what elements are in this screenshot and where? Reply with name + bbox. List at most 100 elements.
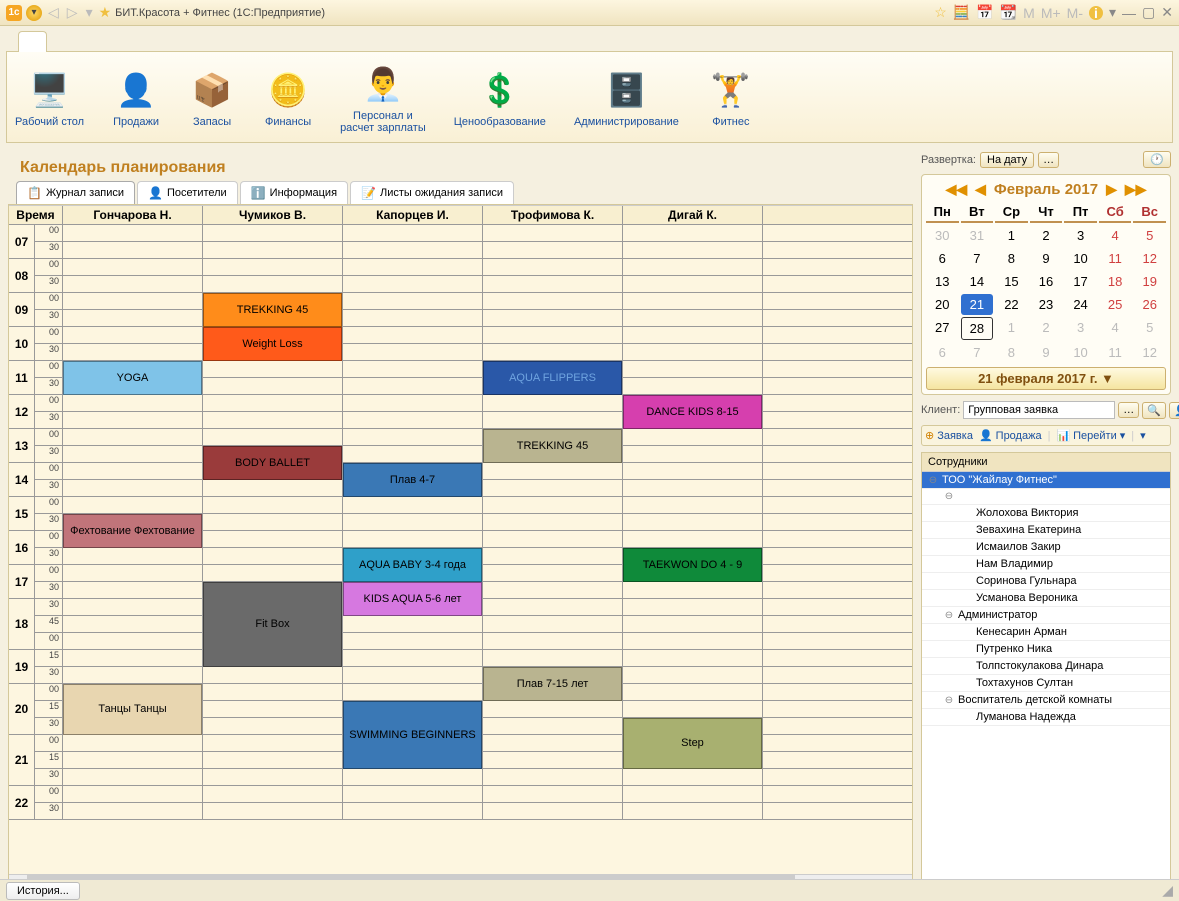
calendar-day[interactable]: 20 bbox=[926, 294, 959, 315]
calendar-cell[interactable] bbox=[63, 259, 203, 275]
time-row[interactable]: 30 bbox=[35, 803, 912, 820]
event-11[interactable]: KIDS AQUA 5-6 лет bbox=[343, 582, 482, 616]
calendar-cell[interactable] bbox=[203, 684, 343, 700]
event-1[interactable]: Weight Loss bbox=[203, 327, 342, 361]
time-row[interactable]: 00 bbox=[35, 633, 912, 650]
info-icon[interactable]: i bbox=[1089, 6, 1103, 20]
calendar-cell[interactable] bbox=[623, 531, 763, 547]
close-button[interactable]: ✕ bbox=[1161, 4, 1173, 21]
calendar-cell[interactable] bbox=[623, 701, 763, 717]
event-0[interactable]: TREKKING 45 bbox=[203, 293, 342, 327]
tree-item[interactable]: ⊖ bbox=[922, 489, 1170, 505]
calendar-day[interactable]: 26 bbox=[1133, 294, 1166, 315]
calendar-day[interactable]: 31 bbox=[961, 225, 994, 246]
zayavka-button[interactable]: ⊕Заявка bbox=[925, 429, 973, 442]
calendar-cell[interactable] bbox=[483, 293, 623, 309]
calendar-cell[interactable] bbox=[203, 242, 343, 258]
calendar-cell[interactable] bbox=[343, 293, 483, 309]
calendar-cell[interactable] bbox=[623, 803, 763, 819]
calendar-cell[interactable] bbox=[483, 327, 623, 343]
calendar-day[interactable]: 19 bbox=[1133, 271, 1166, 292]
calendar-day[interactable]: 2 bbox=[1030, 317, 1063, 340]
time-row[interactable]: 30 bbox=[35, 276, 912, 293]
tab-2[interactable]: ℹ️Информация bbox=[240, 181, 348, 204]
calendar-cell[interactable] bbox=[483, 803, 623, 819]
calendar-cell[interactable] bbox=[483, 497, 623, 513]
calendar-cell[interactable] bbox=[63, 548, 203, 564]
calendar-cell[interactable] bbox=[203, 395, 343, 411]
calendar-cell[interactable] bbox=[203, 786, 343, 802]
calendar-cell[interactable] bbox=[343, 344, 483, 360]
calendar-cell[interactable] bbox=[623, 429, 763, 445]
event-16[interactable]: Step bbox=[623, 718, 762, 769]
calendar-cell[interactable] bbox=[63, 463, 203, 479]
calendar-cell[interactable] bbox=[63, 480, 203, 496]
calendar-day[interactable]: 5 bbox=[1133, 225, 1166, 246]
calendar-cell[interactable] bbox=[483, 565, 623, 581]
star-icon[interactable]: ☆ bbox=[934, 4, 947, 21]
calendar-cell[interactable] bbox=[343, 769, 483, 785]
calendar-cell[interactable] bbox=[63, 616, 203, 632]
calendar-cell[interactable] bbox=[343, 650, 483, 666]
calendar-day[interactable]: 10 bbox=[1064, 342, 1097, 363]
calendar-cell[interactable] bbox=[343, 497, 483, 513]
calendar-cell[interactable] bbox=[63, 310, 203, 326]
calendar-day[interactable]: 1 bbox=[995, 225, 1028, 246]
calendar-cell[interactable] bbox=[63, 633, 203, 649]
cal-prev-month-icon[interactable]: ◀ bbox=[975, 181, 986, 198]
calendar-day[interactable]: 30 bbox=[926, 225, 959, 246]
event-4[interactable]: DANCE KIDS 8-15 bbox=[623, 395, 762, 429]
tree-item[interactable]: Усманова Вероника bbox=[922, 590, 1170, 607]
tree-item[interactable]: Зевахина Екатерина bbox=[922, 522, 1170, 539]
calendar-day[interactable]: 4 bbox=[1099, 317, 1132, 340]
calendar-cell[interactable] bbox=[483, 650, 623, 666]
calendar-day[interactable]: 3 bbox=[1064, 317, 1097, 340]
calendar-cell[interactable] bbox=[343, 276, 483, 292]
calendar-day[interactable]: 23 bbox=[1030, 294, 1063, 315]
calendar-cell[interactable] bbox=[343, 514, 483, 530]
calendar-day[interactable]: 15 bbox=[995, 271, 1028, 292]
calendar-cell[interactable] bbox=[63, 752, 203, 768]
ribbon-item-6[interactable]: Администрирование bbox=[574, 66, 679, 128]
calendar-cell[interactable] bbox=[623, 344, 763, 360]
calendar-day[interactable]: 5 bbox=[1133, 317, 1166, 340]
maximize-button[interactable]: ▢ bbox=[1142, 4, 1155, 21]
tree-item[interactable]: Толпстокулакова Динара bbox=[922, 658, 1170, 675]
tab-1[interactable]: 👤Посетители bbox=[137, 181, 238, 204]
time-row[interactable]: 30 bbox=[35, 310, 912, 327]
nav-fwd-icon[interactable]: ▷ bbox=[65, 4, 80, 21]
calendar-cell[interactable] bbox=[203, 735, 343, 751]
toolbar-more-button[interactable]: ▾ bbox=[1140, 429, 1146, 442]
calendar-cell[interactable] bbox=[203, 531, 343, 547]
time-row[interactable]: 00 bbox=[35, 786, 912, 803]
minimize-button[interactable]: — bbox=[1122, 5, 1136, 21]
calendar-cell[interactable] bbox=[203, 259, 343, 275]
calendar-cell[interactable] bbox=[203, 667, 343, 683]
calendar-cell[interactable] bbox=[63, 565, 203, 581]
calendar-day[interactable]: 12 bbox=[1133, 342, 1166, 363]
calendar-day[interactable]: 4 bbox=[1099, 225, 1132, 246]
calendar-cell[interactable] bbox=[483, 310, 623, 326]
calendar-day[interactable]: 7 bbox=[961, 248, 994, 269]
ribbon-item-3[interactable]: Финансы bbox=[264, 66, 312, 128]
calendar-cell[interactable] bbox=[63, 395, 203, 411]
calendar-cell[interactable] bbox=[623, 514, 763, 530]
calendar-cell[interactable] bbox=[343, 259, 483, 275]
calendar-cell[interactable] bbox=[343, 242, 483, 258]
calendar-day[interactable]: 24 bbox=[1064, 294, 1097, 315]
dropdown-icon[interactable]: ▾ bbox=[26, 5, 42, 21]
tree-item[interactable]: Исмаилов Закир bbox=[922, 539, 1170, 556]
date-icon[interactable]: 📆 bbox=[1000, 4, 1017, 21]
tree-expand-icon[interactable]: ⊖ bbox=[944, 491, 954, 502]
event-9[interactable]: AQUA BABY 3-4 года bbox=[343, 548, 482, 582]
calendar-cell[interactable] bbox=[343, 803, 483, 819]
event-7[interactable]: Плав 4-7 bbox=[343, 463, 482, 497]
calendar-cell[interactable] bbox=[483, 531, 623, 547]
ribbon-item-7[interactable]: Фитнес bbox=[707, 66, 755, 128]
calendar-cell[interactable] bbox=[483, 242, 623, 258]
tree-expand-icon[interactable]: ⊖ bbox=[944, 695, 954, 706]
calendar-cell[interactable] bbox=[63, 497, 203, 513]
calendar-cell[interactable] bbox=[623, 786, 763, 802]
cal-next-year-icon[interactable]: ▶▶ bbox=[1125, 181, 1147, 198]
favorite-icon[interactable]: ★ bbox=[99, 4, 112, 21]
